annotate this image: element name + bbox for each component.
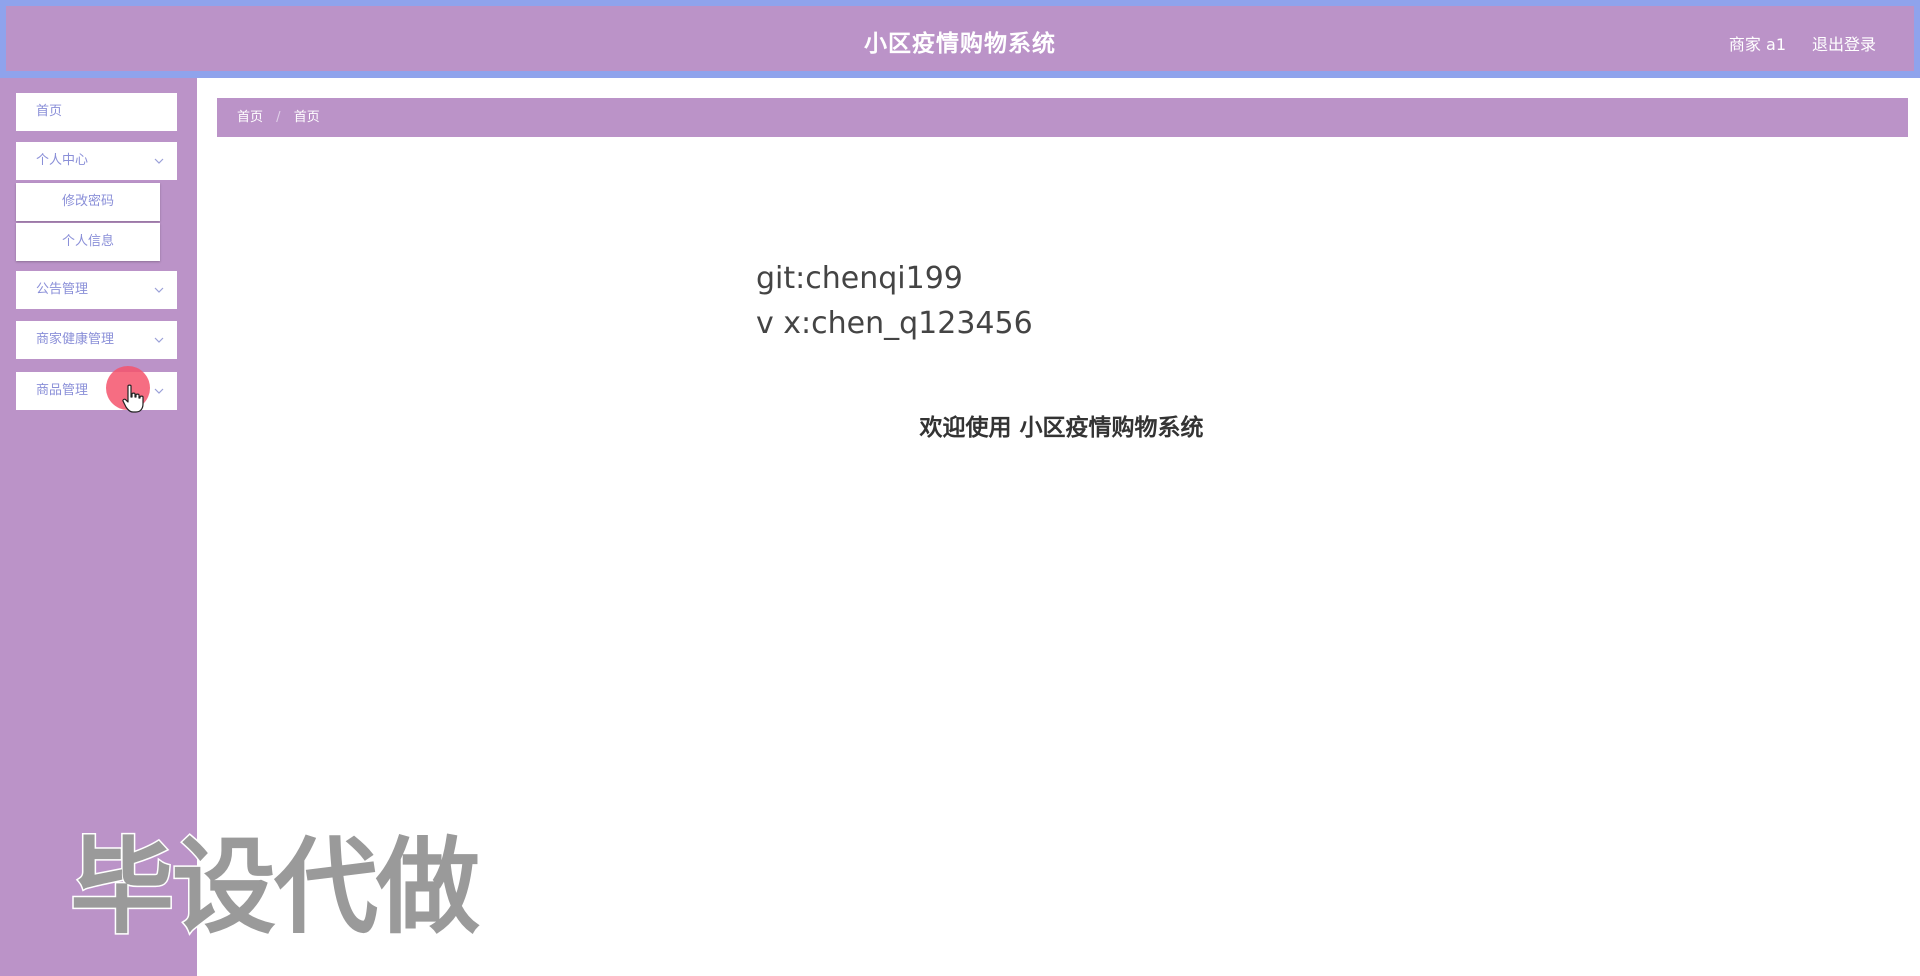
breadcrumb: 首页 / 首页 (217, 98, 1908, 137)
submenu-item-label: 修改密码 (61, 194, 114, 209)
submenu-item-change-password[interactable]: 修改密码 (16, 183, 160, 221)
chevron-down-icon (154, 158, 164, 164)
sidebar-item-merchant-health[interactable]: 商家健康管理 (16, 321, 177, 359)
logout-button[interactable]: 退出登录 (1812, 31, 1876, 55)
chevron-down-icon (154, 287, 164, 293)
breadcrumb-separator: / (276, 110, 281, 125)
sidebar-item-label: 商品管理 (36, 383, 89, 398)
hand-pointer-icon (122, 384, 144, 413)
welcome-message: 欢迎使用 小区疫情购物系统 (919, 415, 1204, 441)
top-header: 小区疫情购物系统 商家 a1 退出登录 (0, 0, 1920, 78)
app-window: 小区疫情购物系统 商家 a1 退出登录 首页 个人中心 修改密码 个人信息 公告… (0, 0, 1920, 976)
sidebar-item-personal-center[interactable]: 个人中心 (16, 142, 177, 180)
breadcrumb-item-home[interactable]: 首页 (237, 110, 263, 125)
git-text: git:chenqi199 (756, 261, 963, 296)
chevron-down-icon (154, 388, 164, 394)
breadcrumb-item-current: 首页 (293, 110, 320, 125)
sidebar-item-label: 个人中心 (36, 153, 89, 168)
sidebar-item-announcements[interactable]: 公告管理 (16, 271, 177, 309)
vx-text: v x:chen_q123456 (756, 306, 1033, 341)
submenu-item-label: 个人信息 (61, 234, 114, 249)
submenu-item-personal-info[interactable]: 个人信息 (16, 223, 160, 261)
app-title: 小区疫情购物系统 (864, 31, 1056, 57)
chevron-down-icon (154, 337, 164, 343)
current-user-label: 商家 a1 (1728, 35, 1786, 54)
sidebar-item-products[interactable]: 商品管理 (16, 372, 177, 410)
sidebar-item-home[interactable]: 首页 (16, 93, 177, 131)
sidebar-item-label: 公告管理 (36, 282, 89, 297)
sidebar-item-label: 首页 (36, 104, 63, 119)
watermark-text: 毕设代做 (68, 825, 481, 950)
sidebar-item-label: 商家健康管理 (36, 332, 115, 347)
